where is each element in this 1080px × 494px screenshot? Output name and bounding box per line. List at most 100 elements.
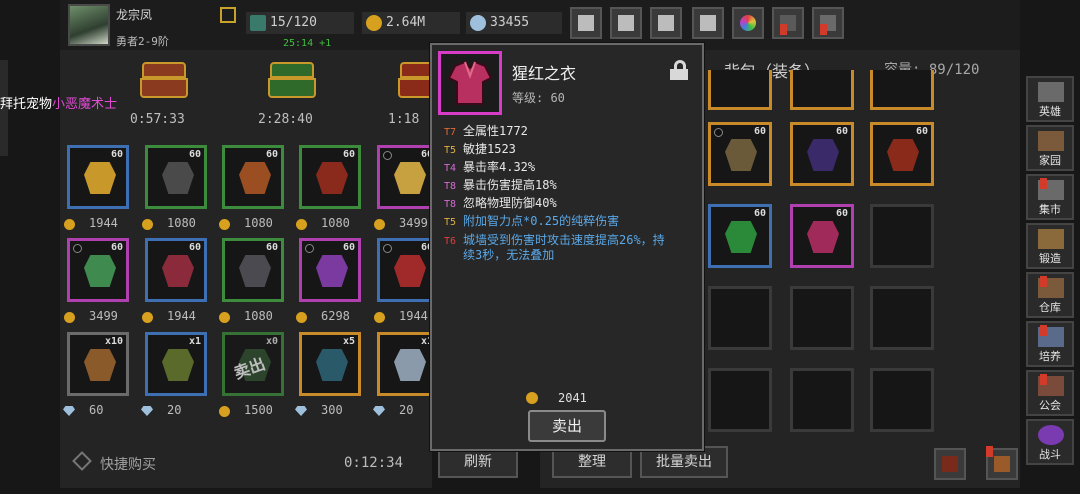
shop-item-slot[interactable]: x10 xyxy=(67,332,129,396)
lightning-icon xyxy=(250,15,266,31)
shop-item-slot[interactable]: 60 xyxy=(67,145,129,209)
bag-slot-partial[interactable] xyxy=(790,70,854,110)
color-wheel-button[interactable] xyxy=(732,7,764,39)
shop-item-slot[interactable]: x0 卖出 xyxy=(222,332,284,396)
item-count: x5 xyxy=(342,336,355,347)
attribute-text: 暴击伤害提高18% xyxy=(463,178,557,192)
sidebar-item-label: 锻造 xyxy=(1039,252,1061,265)
coin-icon xyxy=(366,15,382,31)
item-icon xyxy=(316,162,348,194)
equipped-armor-button[interactable] xyxy=(934,448,966,480)
event-button-2[interactable] xyxy=(812,7,844,39)
item-icon xyxy=(239,255,271,287)
bag-slot[interactable]: 60 xyxy=(790,204,854,268)
mail-button[interactable] xyxy=(610,7,642,39)
gamepad-button[interactable] xyxy=(650,7,682,39)
coin-icon xyxy=(142,219,153,230)
item-count: 60 xyxy=(835,126,848,137)
attribute-line: T8 暴击伤害提高18% xyxy=(444,176,557,193)
sidebar-item-label: 公会 xyxy=(1039,399,1061,412)
bag-slot[interactable]: 60 xyxy=(870,122,934,186)
shop-item-slot[interactable]: 60 xyxy=(145,238,207,302)
item-price: 300 xyxy=(321,403,343,417)
unlock-icon[interactable] xyxy=(670,60,688,80)
bag-slot[interactable]: 60 xyxy=(790,122,854,186)
item-count: 60 xyxy=(188,149,201,160)
item-count: x10 xyxy=(104,336,123,347)
shop-item-slot[interactable]: x1 xyxy=(145,332,207,396)
bag-slot[interactable] xyxy=(708,286,772,350)
sidebar-item[interactable]: 培养 xyxy=(1026,321,1074,367)
attribute-tier: T5 xyxy=(444,145,457,156)
event-button-1[interactable] xyxy=(772,7,804,39)
attribute-line: T7 全属性1772 xyxy=(444,122,528,139)
item-icon xyxy=(725,139,757,171)
settings-button[interactable] xyxy=(692,7,724,39)
attribute-tier: T7 xyxy=(444,127,457,138)
attribute-text: 暴击率4.32% xyxy=(463,160,536,174)
chest[interactable] xyxy=(266,58,318,102)
alert-badge xyxy=(1040,325,1047,336)
shop-item-slot[interactable]: 60 xyxy=(299,238,361,302)
gem-resource: 33455 xyxy=(466,12,562,34)
sidebar-item[interactable]: 集市 xyxy=(1026,174,1074,220)
sidebar-item[interactable]: 仓库 xyxy=(1026,272,1074,318)
bag-slot[interactable] xyxy=(870,286,934,350)
bag-slot[interactable] xyxy=(708,368,772,432)
sidebar-item[interactable]: 家园 xyxy=(1026,125,1074,171)
item-count: 60 xyxy=(835,208,848,219)
player-avatar[interactable] xyxy=(68,4,110,46)
tooltip-sell-button[interactable]: 卖出 xyxy=(528,410,606,442)
item-price: 1944 xyxy=(89,216,118,230)
player-rank: 勇者2-9阶 xyxy=(116,35,169,48)
bag-slot[interactable]: 60 xyxy=(708,204,772,268)
item-icon xyxy=(162,255,194,287)
shop-refresh-timer: 0:12:34 xyxy=(344,455,404,471)
shop-item-slot[interactable]: 60 xyxy=(67,238,129,302)
sidebar-item-label: 战斗 xyxy=(1039,448,1061,461)
tooltip-item-level: 等级: 60 xyxy=(512,91,565,105)
edit-icon[interactable] xyxy=(220,7,236,23)
sidebar-item[interactable]: 锻造 xyxy=(1026,223,1074,269)
shop-item-slot[interactable]: 60 xyxy=(299,145,361,209)
chest-timer: 2:28:40 xyxy=(258,112,313,127)
attribute-tier: T4 xyxy=(444,163,457,174)
attribute-text: 城墙受到伤害时攻击速度提高26%，持 xyxy=(463,233,665,247)
chest-lid xyxy=(142,62,186,78)
chest[interactable] xyxy=(138,58,190,102)
coin-icon xyxy=(526,392,538,404)
bag-slot[interactable] xyxy=(870,204,934,268)
item-icon xyxy=(239,162,271,194)
item-count: 60 xyxy=(915,126,928,137)
item-count: 60 xyxy=(753,208,766,219)
shop-item-slot[interactable]: x5 xyxy=(299,332,361,396)
quick-buy-label[interactable]: 快捷购买 xyxy=(100,454,156,474)
attribute-line: T8 忽略物理防御40% xyxy=(444,194,557,211)
bag-slot[interactable] xyxy=(790,286,854,350)
bag-slot[interactable] xyxy=(870,368,934,432)
color-wheel-icon xyxy=(740,15,756,31)
shop-item-slot[interactable]: 60 xyxy=(222,238,284,302)
sidebar-item[interactable]: 英雄 xyxy=(1026,76,1074,122)
bag-slot-partial[interactable] xyxy=(708,70,772,110)
item-icon xyxy=(394,162,426,194)
item-price: 6298 xyxy=(321,309,350,323)
shop-item-slot[interactable]: 60 xyxy=(222,145,284,209)
shop-item-slot[interactable]: 60 xyxy=(145,145,207,209)
item-icon xyxy=(887,139,919,171)
sidebar-item-label: 家园 xyxy=(1039,154,1061,167)
bag-slot-partial[interactable] xyxy=(870,70,934,110)
alert-badge xyxy=(780,24,787,35)
chest-body xyxy=(268,78,316,98)
item-count: 60 xyxy=(110,149,123,160)
item-price: 1500 xyxy=(244,403,273,417)
bag-slot[interactable] xyxy=(790,368,854,432)
bag-slot[interactable]: 60 xyxy=(708,122,772,186)
sidebar-item[interactable]: 战斗 xyxy=(1026,419,1074,465)
item-price: 1080 xyxy=(167,216,196,230)
alert-badge xyxy=(986,446,993,457)
item-price: 1080 xyxy=(244,216,273,230)
item-icon xyxy=(807,139,839,171)
shop-cart-button[interactable] xyxy=(570,7,602,39)
sidebar-item[interactable]: 公会 xyxy=(1026,370,1074,416)
